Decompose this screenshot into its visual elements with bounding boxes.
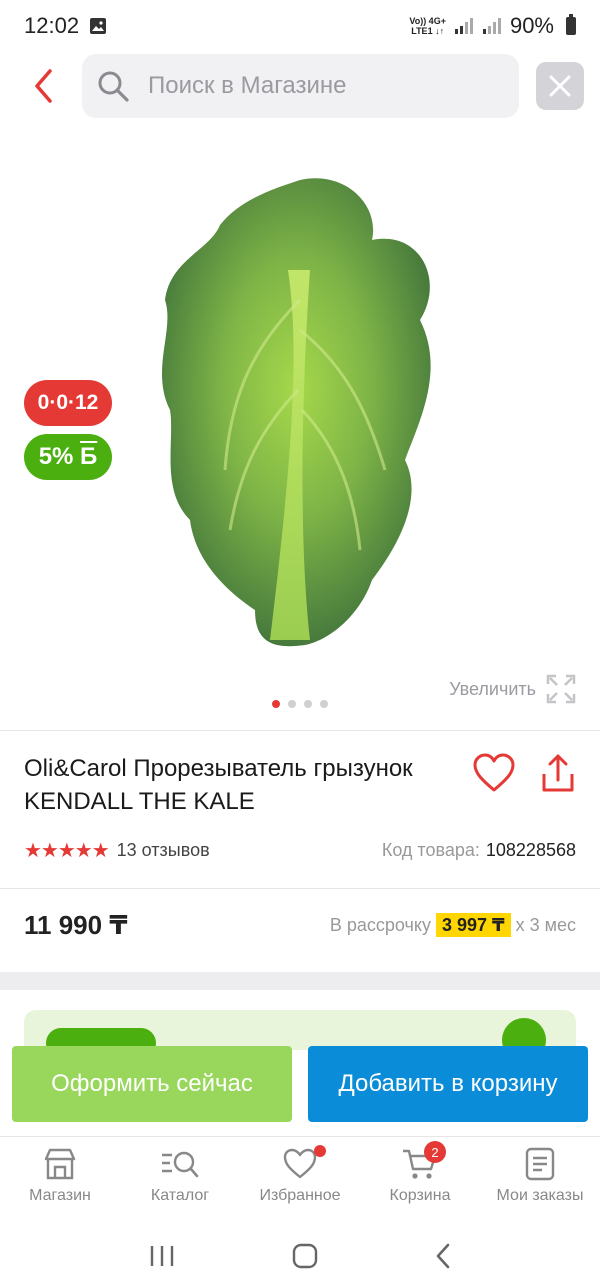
search-placeholder: Поиск в Магазине — [148, 72, 347, 99]
favorites-dot — [314, 1145, 326, 1157]
battery-percent: 90% — [509, 13, 554, 38]
search-icon — [98, 71, 129, 102]
battery-icon — [566, 14, 576, 35]
slide-indicator — [272, 700, 328, 708]
tab-label: Корзина — [389, 1187, 451, 1204]
share-icon — [542, 754, 574, 792]
price-row: 11 990 ₸ В рассрочку 3 997 ₸ x 3 мес — [24, 910, 576, 941]
tab-catalog[interactable]: Каталог — [120, 1137, 240, 1226]
home-icon[interactable] — [291, 1242, 319, 1270]
tab-label: Мои заказы — [496, 1187, 584, 1204]
slide-dot[interactable] — [272, 700, 280, 708]
tab-label: Магазин — [29, 1187, 91, 1204]
net-bottom-label: LTE1 ↓↑ — [411, 26, 445, 36]
slide-dot[interactable] — [320, 700, 328, 708]
product-code-label: Код товара: — [381, 840, 480, 860]
favorite-button[interactable] — [472, 752, 516, 796]
tab-orders[interactable]: Мои заказы — [480, 1137, 600, 1226]
price: 11 990 ₸ — [24, 910, 128, 940]
back-nav-icon[interactable] — [433, 1242, 453, 1270]
heart-icon — [283, 1148, 317, 1179]
section-separator — [0, 972, 600, 990]
expand-icon — [546, 674, 576, 704]
tab-favorites[interactable]: Избранное — [240, 1137, 360, 1226]
system-nav-bar — [0, 1226, 600, 1286]
rating-row: ★★★★★ 13 отзывов Код товара: 108228568 — [24, 838, 576, 863]
close-icon — [549, 75, 571, 97]
slide-dot[interactable] — [288, 700, 296, 708]
divider — [0, 888, 600, 889]
installment-amount: 3 997 ₸ — [436, 913, 511, 937]
installment-info[interactable]: В рассрочку 3 997 ₸ x 3 мес — [329, 913, 576, 937]
cart-count-badge: 2 — [424, 1141, 446, 1163]
signal-icon — [454, 18, 473, 34]
product-image — [161, 178, 431, 647]
product-title: Oli&Carol Прорезыватель грызунок KENDALL… — [24, 755, 413, 815]
bottom-tab-bar: Магазин Каталог Избранное 2 Корзина Мои … — [0, 1136, 600, 1226]
network-indicator: Vo)) 4G+ LTE1 ↓↑ — [409, 16, 446, 36]
installment-prefix: В рассрочку — [329, 915, 431, 935]
product-code: Код товара: 108228568 — [382, 840, 576, 861]
search-input[interactable]: Поиск в Магазине — [82, 54, 519, 118]
tab-shop[interactable]: Магазин — [0, 1137, 120, 1226]
zoom-label: Увеличить — [449, 678, 536, 699]
tab-label: Каталог — [150, 1187, 210, 1204]
back-button[interactable] — [22, 64, 66, 108]
recents-icon[interactable] — [147, 1243, 177, 1269]
rating-stars: ★★★★★ — [24, 840, 110, 862]
installment-badge: 0·0·12 — [24, 380, 112, 426]
tab-label: Избранное — [259, 1187, 341, 1204]
add-to-cart-button[interactable]: Добавить в корзину — [308, 1046, 588, 1122]
status-time: 12:02 — [24, 13, 80, 38]
close-search-button[interactable] — [536, 62, 584, 110]
buy-now-button[interactable]: Оформить сейчас — [12, 1046, 292, 1122]
promo-banner[interactable] — [24, 1010, 576, 1050]
signal-2-icon — [482, 18, 501, 34]
gallery-icon — [90, 18, 107, 34]
product-image-gallery[interactable]: 0·0·12 5% Б Увеличить — [0, 130, 600, 730]
net-top-label: Vo)) 4G+ — [409, 16, 446, 26]
divider — [0, 730, 600, 731]
orders-icon — [525, 1147, 555, 1181]
slide-dot[interactable] — [304, 700, 312, 708]
shop-icon — [44, 1148, 76, 1180]
action-buttons: Оформить сейчас Добавить в корзину — [12, 1046, 588, 1122]
chevron-left-icon — [35, 69, 52, 103]
share-button[interactable] — [536, 752, 580, 796]
product-code-value: 108228568 — [485, 840, 576, 860]
tab-cart[interactable]: 2 Корзина — [360, 1137, 480, 1226]
search-row: Поиск в Магазине — [0, 54, 600, 118]
installment-suffix: x 3 мес — [515, 915, 576, 935]
bonus-value: 5% — [38, 443, 74, 470]
zoom-button[interactable]: Увеличить — [449, 674, 576, 704]
heart-icon — [473, 753, 515, 792]
status-bar: 12:02 Vo)) 4G+ LTE1 ↓↑ 90% — [0, 0, 600, 52]
reviews-link[interactable]: 13 отзывов — [117, 840, 210, 861]
bonus-unit: Б — [80, 443, 98, 470]
bonus-badge: 5% Б — [24, 434, 112, 480]
catalog-icon — [162, 1151, 199, 1178]
